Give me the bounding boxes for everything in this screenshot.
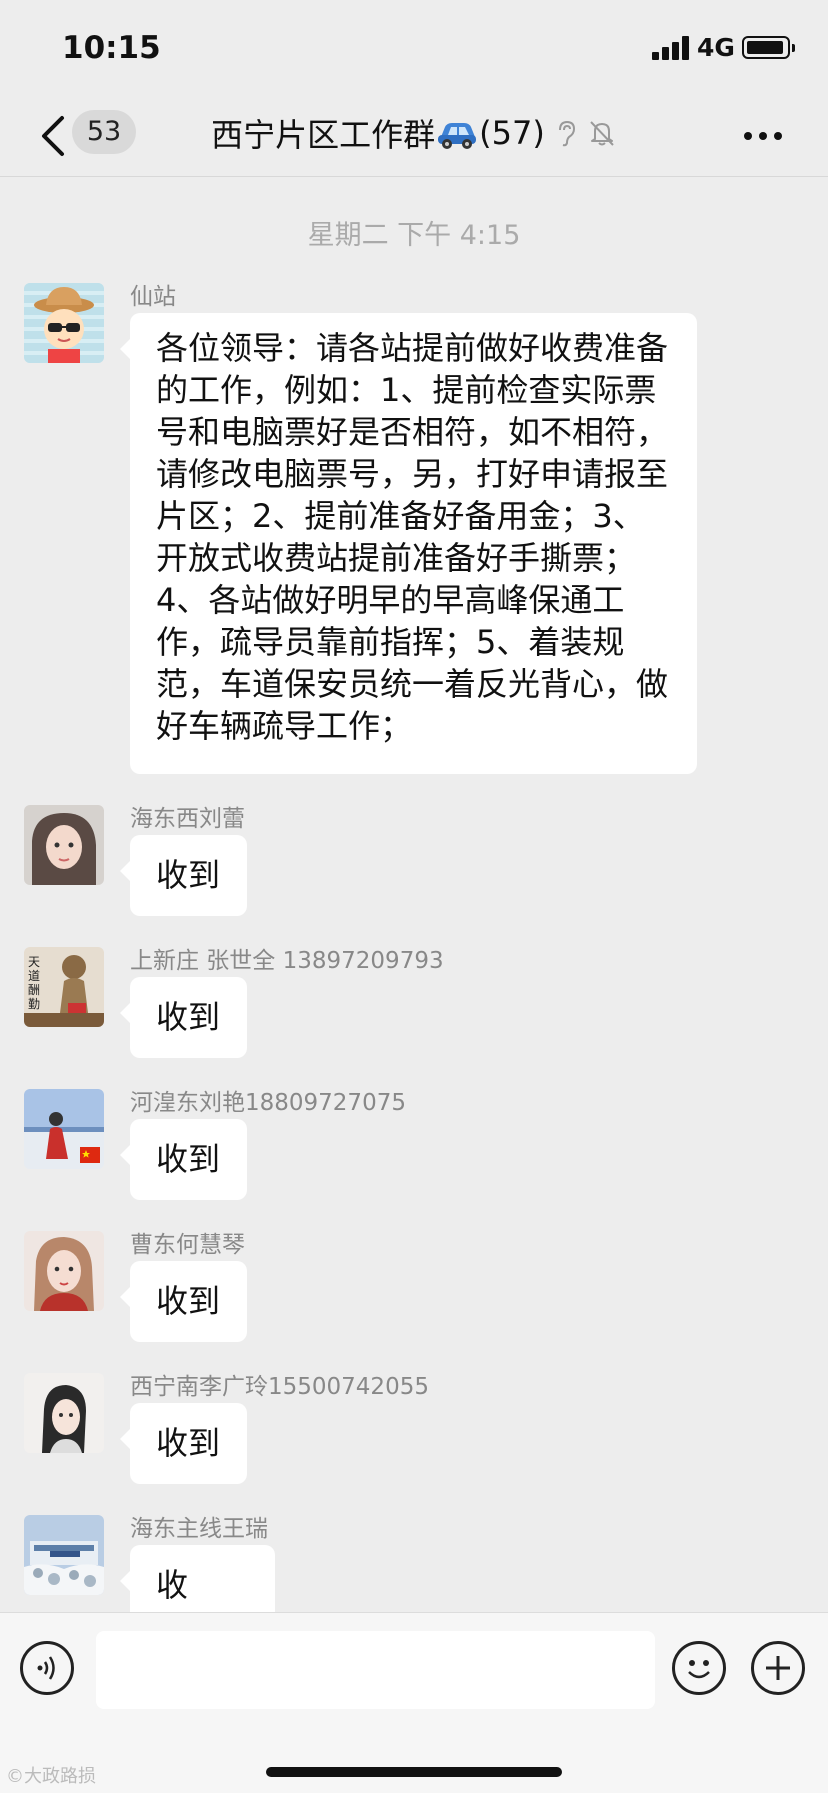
avatar[interactable] — [24, 805, 104, 885]
message-bubble[interactable]: 收到 — [120, 1119, 247, 1200]
message-bubble[interactable]: 收到 — [120, 1261, 247, 1342]
input-bar: ©大政路损 — [0, 1612, 828, 1793]
more-dots-icon[interactable] — [744, 132, 784, 142]
network-type: 4G — [697, 33, 735, 62]
smiley-icon[interactable] — [672, 1641, 726, 1695]
car-emoji-icon — [438, 123, 477, 149]
chat-header: 53 西宁片区工作群 (57) — [0, 96, 828, 177]
member-count: (57) — [479, 114, 545, 152]
sender-name: 仙站 — [130, 284, 176, 310]
status-bar: 10:15 4G — [0, 0, 828, 96]
group-name: 西宁片区工作群 — [211, 116, 436, 154]
avatar[interactable] — [24, 1089, 104, 1169]
home-indicator[interactable] — [266, 1767, 562, 1777]
avatar[interactable] — [24, 283, 104, 363]
bell-slash-icon — [590, 121, 614, 146]
sender-name: 曹东何慧琴 — [130, 1232, 245, 1258]
status-time: 10:15 — [62, 30, 161, 66]
message-bubble[interactable]: 收到 — [120, 977, 247, 1058]
avatar[interactable]: 天 道 酬 勤 — [24, 947, 104, 1027]
plus-icon[interactable] — [751, 1641, 805, 1695]
battery-icon — [742, 36, 795, 59]
avatar[interactable] — [24, 1231, 104, 1311]
message-bubble[interactable]: 各位领导：请各站提前做好收费准备的工作，例如：1、提前检查实际票号和电脑票好是否… — [120, 313, 697, 774]
watermark: ©大政路损 — [6, 1766, 96, 1787]
signal-icon — [652, 36, 692, 60]
message-input[interactable] — [96, 1631, 655, 1709]
chat-title: 西宁片区工作群 (57) — [0, 110, 828, 156]
ear-icon — [558, 120, 575, 147]
message-bubble[interactable]: 收到 — [120, 1403, 247, 1484]
chat-timestamp: 星期二 下午 4:15 — [307, 220, 521, 251]
sender-name: 西宁南李广玲15500742055 — [130, 1374, 429, 1400]
voice-icon[interactable] — [20, 1641, 74, 1695]
sender-name: 海东西刘蕾 — [130, 806, 245, 832]
message-bubble[interactable]: 收到 — [120, 835, 247, 916]
avatar[interactable] — [24, 1515, 104, 1595]
sender-name: 海东主线王瑞 — [130, 1516, 268, 1542]
avatar[interactable] — [24, 1373, 104, 1453]
sender-name: 河湟东刘艳18809727075 — [130, 1090, 406, 1116]
sender-name: 上新庄 张世全 13897209793 — [130, 948, 444, 974]
